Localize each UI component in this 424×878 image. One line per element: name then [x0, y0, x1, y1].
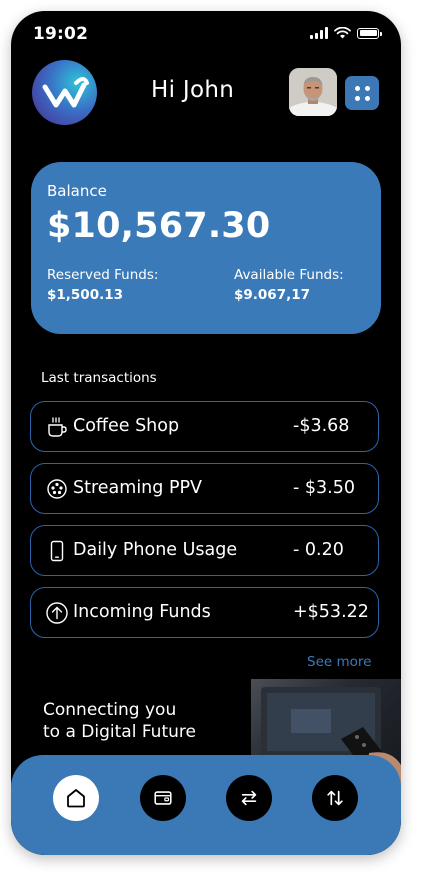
transaction-amount: +$53.22 [293, 602, 369, 622]
menu-grid-button[interactable] [345, 76, 379, 110]
home-icon [67, 789, 85, 808]
battery-icon [357, 27, 382, 39]
user-portrait-icon [289, 68, 337, 116]
balance-label: Balance [47, 182, 107, 200]
nav-wallet-button[interactable] [140, 775, 186, 821]
transaction-row-incoming-funds[interactable]: Incoming Funds +$53.22 [30, 587, 379, 638]
dot-icon [364, 85, 370, 91]
dot-icon [354, 95, 360, 101]
signal-icon [310, 27, 328, 39]
available-funds-value: $9.067,17 [234, 287, 311, 303]
balance-amount: $10,567.30 [47, 206, 271, 246]
transaction-row-coffee-shop[interactable]: Coffee Shop -$3.68 [30, 401, 379, 452]
status-time: 19:02 [33, 24, 89, 44]
sort-arrows-icon [327, 790, 343, 806]
phone-icon [50, 540, 64, 562]
transaction-name: Streaming PPV [73, 478, 203, 498]
logo-icon [42, 76, 89, 107]
status-icons [310, 27, 382, 39]
dot-icon [354, 85, 360, 91]
film-reel-icon [47, 479, 67, 499]
transaction-row-streaming-ppv[interactable]: Streaming PPV - $3.50 [30, 463, 379, 514]
arrow-up-circle-icon [46, 602, 68, 624]
transaction-name: Daily Phone Usage [73, 540, 238, 560]
transaction-name: Coffee Shop [73, 416, 180, 436]
promo-text: Connecting you to a Digital Future [43, 699, 196, 743]
reserved-funds-label: Reserved Funds: [47, 267, 159, 283]
promo-line-1: Connecting you [43, 700, 177, 720]
wifi-icon [334, 27, 351, 39]
see-more-link[interactable]: See more [307, 654, 371, 670]
transaction-amount: - $3.50 [293, 478, 355, 498]
transaction-name: Incoming Funds [73, 602, 211, 622]
bottom-nav [11, 755, 401, 855]
available-funds-label: Available Funds: [234, 267, 344, 283]
reserved-funds-value: $1,500.13 [47, 287, 124, 303]
promo-line-2: to a Digital Future [43, 722, 196, 742]
balance-card[interactable]: Balance $10,567.30 Reserved Funds: $1,50… [31, 162, 381, 334]
transaction-amount: -$3.68 [293, 416, 350, 436]
nav-sort-button[interactable] [312, 775, 358, 821]
greeting-text: Hi John [151, 77, 235, 103]
wallet-icon [154, 791, 172, 805]
transactions-title: Last transactions [41, 370, 157, 386]
app-logo[interactable] [32, 60, 97, 125]
coffee-cup-icon [48, 417, 67, 437]
nav-home-button[interactable] [53, 775, 99, 821]
nav-transfer-button[interactable] [226, 775, 272, 821]
transaction-amount: - 0.20 [293, 540, 344, 560]
phone-screen: 19:02 Hi John Balance $10,567.30 Reserve… [11, 11, 401, 855]
transaction-row-daily-phone-usage[interactable]: Daily Phone Usage - 0.20 [30, 525, 379, 576]
avatar[interactable] [289, 68, 337, 116]
dot-icon [364, 95, 370, 101]
transfer-icon [241, 790, 257, 806]
